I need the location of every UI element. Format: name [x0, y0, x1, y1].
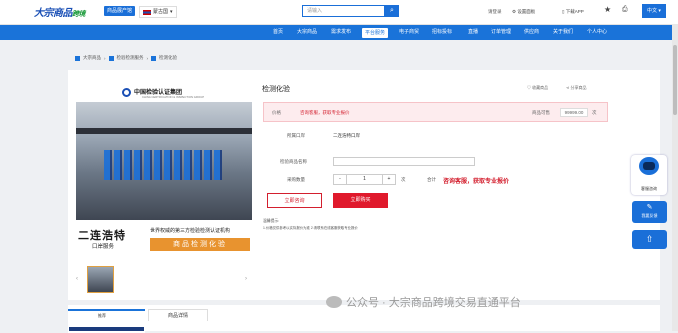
favorite-button[interactable]: ♡ 收藏商品: [527, 85, 548, 91]
thumb-next-icon[interactable]: ›: [245, 276, 247, 282]
print-icon[interactable]: ⎙: [622, 6, 628, 14]
back-to-top-button[interactable]: ⇧: [632, 230, 667, 249]
star-icon[interactable]: ★: [604, 5, 611, 14]
home-icon: [75, 55, 80, 61]
search-input[interactable]: 请输入: [302, 5, 385, 17]
location-label: 所属口岸: [287, 133, 305, 138]
sample-tubes: [104, 150, 224, 180]
quantity-minus-button[interactable]: -: [334, 175, 347, 184]
nav-item-ecommerce[interactable]: 电子商贸: [399, 25, 419, 40]
image-overlay: 二连浩特 口岸服务 世界权威的第三方检验检测认证机构 商品检测化验: [76, 220, 252, 256]
chevron-down-icon: ▾: [170, 9, 173, 15]
price-label: 价格: [272, 110, 281, 115]
phone-icon: ▯: [562, 9, 565, 14]
breadcrumb: 大宗商品 › 检验检测服务 › 检测化验: [75, 55, 177, 61]
breadcrumb-item[interactable]: 大宗商品: [83, 55, 101, 61]
product-image[interactable]: 中国检验认证集团 CHINA CERTIFICATION & INSPECTIO…: [76, 80, 252, 256]
goods-name-input[interactable]: [333, 157, 475, 166]
main-nav: 首页 大宗商品 需求发布 平台服务 电子商贸 招标投标 直播 订单管理 供应商 …: [0, 25, 678, 40]
nav-item-platform-service[interactable]: 平台服务: [362, 27, 389, 38]
product-thumbnail[interactable]: [87, 266, 114, 293]
quantity-label: 采购数量: [287, 177, 305, 182]
total-label: 合计: [427, 177, 436, 182]
breadcrumb-item-current: 检测化验: [159, 55, 177, 60]
watermark: 公众号 · 大宗商品跨境交易直通平台: [326, 294, 521, 310]
thumb-prev-icon[interactable]: ‹: [76, 276, 78, 282]
language-selector[interactable]: 中文 ▾: [642, 4, 666, 18]
nav-item-commodity[interactable]: 大宗商品: [297, 25, 317, 40]
image-slogan: 世界权威的第三方检验检测认证机构: [150, 228, 231, 234]
location-value: 二连浩特口岸: [333, 133, 360, 138]
login-link[interactable]: 请登录: [488, 9, 502, 15]
tip-title: 温馨提示:: [263, 219, 280, 223]
tip-body: 1.价格仅供参考以实际报价为准 2.请联系在线客服获取专业报价: [263, 226, 358, 230]
stock-value: 99999.00: [560, 108, 588, 117]
breadcrumb-item[interactable]: 检验检测服务: [117, 55, 144, 61]
nav-item-home[interactable]: 首页: [273, 25, 283, 40]
folder-icon: [108, 55, 114, 61]
product-title: 检测化验: [262, 86, 290, 93]
gear-icon: ⚙: [512, 9, 517, 14]
share-button[interactable]: ⋖ 分享商品: [566, 85, 586, 91]
nav-item-about[interactable]: 关于我们: [553, 25, 573, 40]
customer-service-widget[interactable]: 客服咨询: [631, 155, 667, 195]
tab-product-detail[interactable]: 商品详情: [148, 309, 208, 321]
recommend-list: [69, 327, 144, 331]
stock-unit: 次: [592, 110, 597, 115]
machine-rail: [76, 128, 252, 134]
feedback-button[interactable]: ✎ 我要反馈: [632, 201, 667, 223]
folder-icon: [151, 55, 156, 61]
nav-item-user-center[interactable]: 个人中心: [587, 25, 607, 40]
country-selector[interactable]: 蒙古国 ▾: [139, 6, 177, 18]
heart-icon: ♡: [527, 85, 531, 90]
robot-icon: [639, 157, 659, 175]
image-place: 二连浩特: [78, 230, 126, 242]
image-place-sub: 口岸服务: [92, 244, 115, 250]
ccic-logo-icon: [122, 88, 131, 97]
nav-item-suppliers[interactable]: 供应商: [524, 25, 539, 40]
search-icon: ⌕: [390, 7, 394, 14]
site-logo[interactable]: 大宗商品跨境: [34, 4, 86, 19]
service-label: 客服咨询: [641, 186, 657, 191]
stock-label: 商品可售: [532, 110, 550, 115]
image-logo-subtext: CHINA CERTIFICATION & INSPECTION GROUP: [142, 95, 205, 99]
share-icon: ⋖: [566, 85, 570, 90]
nav-item-orders[interactable]: 订单管理: [491, 25, 511, 40]
goods-name-label: 检验商品名称: [280, 159, 307, 164]
quantity-stepper[interactable]: - 1 +: [333, 174, 396, 185]
consult-button[interactable]: 立即咨询: [267, 193, 322, 208]
nav-item-bidding[interactable]: 招标投标: [432, 25, 452, 40]
chevron-right-icon: ›: [104, 55, 106, 61]
nav-item-demand[interactable]: 需求发布: [331, 25, 351, 40]
quantity-plus-button[interactable]: +: [382, 175, 395, 184]
category-tag[interactable]: 商品展产馆: [104, 6, 136, 16]
chevron-right-icon: ›: [146, 55, 149, 61]
nav-item-live[interactable]: 直播: [468, 25, 478, 40]
price-bar: 价格 咨询客服，获取专业报价 商品可售 99999.00 次: [263, 102, 608, 122]
download-app-link[interactable]: ▯ 下载APP: [562, 9, 584, 15]
wechat-icon: [326, 296, 342, 308]
quantity-unit: 次: [401, 177, 406, 182]
buy-now-button[interactable]: 立即购买: [333, 193, 388, 208]
price-value: 咨询客服，获取专业报价: [300, 110, 350, 115]
image-banner: 商品检测化验: [150, 238, 250, 251]
flag-icon: [143, 9, 151, 15]
quantity-value[interactable]: 1: [347, 175, 382, 184]
top-header: 大宗商品跨境 商品展产馆 蒙古国 ▾ 请输入 ⌕ 请登录 ⚙ 设置面板 ▯ 下载A…: [0, 0, 678, 25]
total-value: 咨询客服，获取专业报价: [443, 179, 510, 185]
arrow-up-icon: ⇧: [645, 234, 654, 244]
scrollbar-thumb[interactable]: [673, 45, 677, 115]
feedback-icon: ✎: [646, 204, 653, 211]
search-button[interactable]: ⌕: [385, 5, 399, 17]
settings-link[interactable]: ⚙ 设置面板: [512, 9, 535, 15]
